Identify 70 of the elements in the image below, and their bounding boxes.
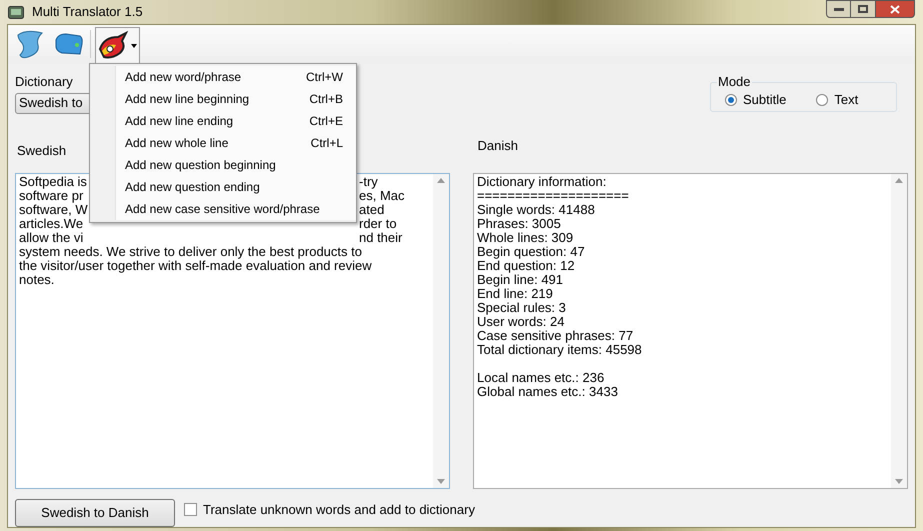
text-line: User words: 24 — [477, 315, 564, 329]
bird-icon — [98, 30, 128, 60]
close-button[interactable] — [875, 0, 915, 18]
translate-button[interactable]: Swedish to Danish — [15, 499, 175, 527]
text-line: software, W — [19, 202, 88, 217]
checkbox-label: Translate unknown words and add to dictionary — [203, 501, 475, 519]
text-line: Softpedia is — [19, 174, 87, 189]
text-line: Dictionary information: — [477, 175, 606, 189]
text-line: End question: 12 — [477, 259, 575, 273]
text-line: Single words: 41488 — [477, 203, 595, 217]
section-label: Swedish — [17, 142, 66, 160]
shortcut-label: Ctrl+E — [309, 113, 343, 130]
app-icon — [8, 6, 24, 18]
minimize-icon — [834, 8, 844, 10]
maximize-icon — [858, 5, 868, 13]
text-line: -try — [359, 175, 378, 189]
scroll-up-icon[interactable] — [437, 178, 445, 183]
menu-item[interactable]: Add new case sensitive word/phrase — [116, 198, 356, 220]
checkbox[interactable] — [184, 503, 197, 516]
target-text-area[interactable] — [473, 173, 908, 489]
dictionary-label: Dictionary — [15, 73, 73, 91]
text-line: Local names etc.: 236 — [477, 371, 604, 385]
text-line: articles.We — [19, 216, 84, 231]
device-icon — [54, 32, 84, 56]
group-label: Mode — [717, 74, 752, 89]
text-line: Begin question: 47 — [477, 245, 585, 259]
text-line: End line: 219 — [477, 287, 553, 301]
radio-option[interactable]: Text — [816, 90, 858, 110]
text-line: nd their — [359, 231, 402, 245]
scroll-down-icon[interactable] — [437, 479, 445, 484]
menu-item[interactable]: Add new line ending Ctrl+E — [116, 110, 356, 132]
scroll-down-icon[interactable] — [895, 479, 903, 484]
text-line: ==================== — [477, 189, 629, 203]
menu-item[interactable]: Add new whole line Ctrl+L — [116, 132, 356, 154]
minimize-button[interactable] — [826, 0, 851, 18]
radio-button[interactable] — [725, 94, 737, 106]
source-text-area[interactable] — [15, 173, 450, 489]
text-line: Whole lines: 309 — [477, 231, 574, 245]
scrollbar[interactable] — [891, 174, 907, 488]
text-line: Special rules: 3 — [477, 301, 566, 315]
menu-item[interactable]: Add new line beginning Ctrl+B — [116, 88, 356, 110]
dictionary-menu-button[interactable] — [95, 27, 140, 63]
text-line: es, Mac — [359, 189, 405, 203]
scroll-up-icon[interactable] — [895, 178, 903, 183]
text-line: software pr — [19, 188, 84, 203]
text-line: allow the vi — [19, 230, 84, 245]
text-line: ated — [359, 203, 384, 217]
text-line: Global names etc.: 3433 — [477, 385, 618, 399]
menu-item[interactable]: Add new question ending — [116, 176, 356, 198]
text-line: system needs. We strive to deliver only the best products to — [19, 244, 362, 259]
text-line: Phrases: 3005 — [477, 217, 561, 231]
text-line: the visitor/user together with self-made evaluation and review — [19, 258, 372, 273]
text-line: Total dictionary items: 45598 — [477, 343, 642, 357]
text-line: Begin line: 491 — [477, 273, 564, 287]
scrollbar[interactable] — [433, 174, 449, 488]
text-line: rder to — [359, 217, 397, 231]
text-line: Case sensitive phrases: 77 — [477, 329, 634, 343]
radio-option[interactable]: Subtitle — [725, 90, 786, 110]
menu-item[interactable]: Add new word/phrase Ctrl+W — [116, 66, 356, 88]
shortcut-label: Ctrl+W — [306, 69, 343, 86]
close-icon — [890, 4, 900, 14]
section-label: Danish — [478, 137, 518, 155]
window-title: Multi Translator 1.5 — [32, 3, 143, 22]
text-line: notes. — [19, 272, 54, 287]
menu-item[interactable]: Add new question beginning — [116, 154, 356, 176]
shortcut-label: Ctrl+B — [309, 91, 343, 108]
maximize-button[interactable] — [851, 0, 875, 18]
shortcut-label: Ctrl+L — [310, 135, 343, 152]
caret-icon — [131, 44, 137, 48]
radio-button[interactable] — [816, 94, 828, 106]
